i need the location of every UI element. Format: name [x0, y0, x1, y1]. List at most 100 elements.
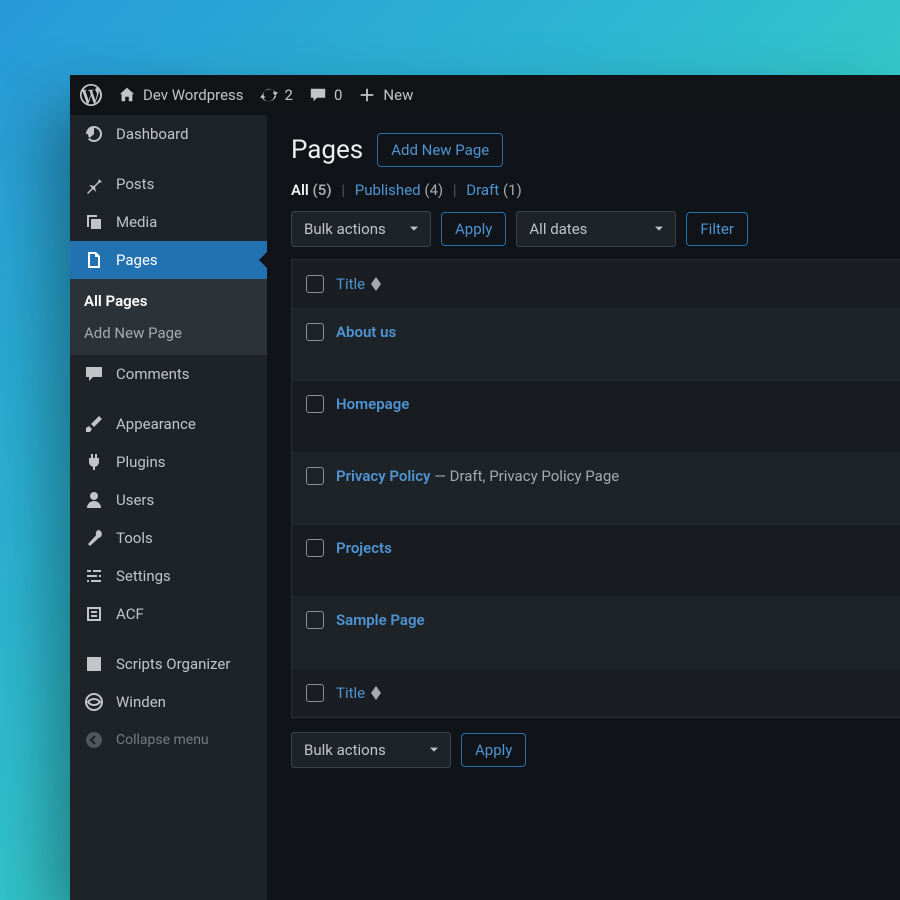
- submenu-add-new-page[interactable]: Add New Page: [70, 317, 267, 349]
- pages-table: Title About us Homepage Privacy Policy — D…: [291, 259, 900, 718]
- sidebar-item-pages[interactable]: Pages: [70, 241, 267, 279]
- dashboard-icon: [84, 124, 104, 144]
- sidebar-item-label: Plugins: [116, 453, 165, 471]
- updates-icon: [260, 86, 278, 104]
- filter-draft[interactable]: Draft (1): [466, 181, 521, 199]
- comment-icon: [309, 86, 327, 104]
- site-name: Dev Wordpress: [143, 86, 244, 104]
- sidebar-item-label: Users: [116, 491, 154, 509]
- chevron-down-icon: [651, 221, 667, 237]
- apply-button-bottom[interactable]: Apply: [461, 733, 526, 767]
- table-row: About us: [292, 309, 900, 381]
- content-area: Pages Add New Page All (5) | Published (…: [267, 115, 900, 900]
- collapse-icon: [84, 730, 104, 750]
- sidebar-item-appearance[interactable]: Appearance: [70, 405, 267, 443]
- sidebar-item-label: Media: [116, 213, 157, 231]
- table-row: Privacy Policy — Draft, Privacy Policy P…: [292, 453, 900, 525]
- tablenav-top: Bulk actions Apply All dates Filter: [291, 211, 900, 247]
- sidebar-item-label: Scripts Organizer: [116, 655, 230, 673]
- sliders-icon: [84, 566, 104, 586]
- sidebar-item-label: Dashboard: [116, 125, 189, 143]
- sidebar-item-scripts-organizer[interactable]: Scripts Organizer: [70, 645, 267, 683]
- home-icon: [118, 86, 136, 104]
- chevron-down-icon: [426, 742, 442, 758]
- sidebar-submenu-pages: All Pages Add New Page: [70, 279, 267, 355]
- table-row: Projects: [292, 525, 900, 597]
- filter-published[interactable]: Published (4): [355, 181, 443, 199]
- chevron-down-icon: [406, 221, 422, 237]
- sidebar-item-users[interactable]: Users: [70, 481, 267, 519]
- bulk-actions-select-bottom[interactable]: Bulk actions: [291, 732, 451, 768]
- winden-icon: [84, 692, 104, 712]
- sidebar-item-label: Tools: [116, 529, 153, 547]
- plus-icon: [358, 86, 376, 104]
- column-footer-title[interactable]: Title: [336, 684, 381, 702]
- apply-button-top[interactable]: Apply: [441, 212, 506, 246]
- sidebar-item-posts[interactable]: Posts: [70, 165, 267, 203]
- sidebar-item-settings[interactable]: Settings: [70, 557, 267, 595]
- page-title-link[interactable]: Homepage: [336, 395, 409, 413]
- add-new-page-button[interactable]: Add New Page: [377, 133, 503, 167]
- date-filter-select[interactable]: All dates: [516, 211, 676, 247]
- user-icon: [84, 490, 104, 510]
- sort-icon: [371, 277, 381, 291]
- adminbar-updates[interactable]: 2: [260, 86, 293, 104]
- row-checkbox[interactable]: [306, 323, 324, 341]
- sidebar-item-tools[interactable]: Tools: [70, 519, 267, 557]
- status-filters: All (5) | Published (4) | Draft (1): [291, 181, 900, 199]
- pages-icon: [84, 250, 104, 270]
- sidebar-item-media[interactable]: Media: [70, 203, 267, 241]
- sidebar-item-comments[interactable]: Comments: [70, 355, 267, 393]
- bulk-actions-select[interactable]: Bulk actions: [291, 211, 431, 247]
- column-header-title[interactable]: Title: [336, 275, 381, 293]
- row-checkbox[interactable]: [306, 539, 324, 557]
- updates-count: 2: [285, 86, 293, 104]
- row-checkbox[interactable]: [306, 611, 324, 629]
- brush-icon: [84, 414, 104, 434]
- sidebar-item-winden[interactable]: Winden: [70, 683, 267, 721]
- filter-button[interactable]: Filter: [686, 212, 748, 246]
- acf-icon: [84, 604, 104, 624]
- sidebar-item-dashboard[interactable]: Dashboard: [70, 115, 267, 153]
- adminbar-comments[interactable]: 0: [309, 86, 342, 104]
- page-title-link[interactable]: About us: [336, 323, 396, 341]
- wordpress-icon: [80, 84, 102, 106]
- select-all-checkbox-bottom[interactable]: [306, 684, 324, 702]
- adminbar-new[interactable]: New: [358, 86, 413, 104]
- submenu-all-pages[interactable]: All Pages: [70, 285, 267, 317]
- sidebar-item-acf[interactable]: ACF: [70, 595, 267, 633]
- table-row: Homepage: [292, 381, 900, 453]
- sidebar-item-label: Comments: [116, 365, 190, 383]
- admin-bar: Dev Wordpress 2 0 New: [70, 75, 900, 115]
- sidebar-item-label: Pages: [116, 251, 158, 269]
- sidebar-item-label: Posts: [116, 175, 154, 193]
- admin-sidebar: Dashboard Posts Media Pages All Pages Ad…: [70, 115, 267, 900]
- tablenav-bottom: Bulk actions Apply: [291, 732, 900, 768]
- plug-icon: [84, 452, 104, 472]
- page-title-link[interactable]: Privacy Policy: [336, 467, 430, 485]
- comments-count: 0: [334, 86, 342, 104]
- wordpress-admin: Dev Wordpress 2 0 New Dashboard Posts: [70, 75, 900, 900]
- collapse-label: Collapse menu: [116, 732, 209, 748]
- sidebar-item-label: Winden: [116, 693, 166, 711]
- sidebar-item-plugins[interactable]: Plugins: [70, 443, 267, 481]
- row-checkbox[interactable]: [306, 467, 324, 485]
- sidebar-item-label: Settings: [116, 567, 171, 585]
- page-title-link[interactable]: Sample Page: [336, 611, 425, 629]
- wp-logo[interactable]: [80, 84, 102, 106]
- sidebar-item-label: ACF: [116, 605, 144, 623]
- sidebar-item-label: Appearance: [116, 415, 196, 433]
- wrench-icon: [84, 528, 104, 548]
- page-title: Pages: [291, 135, 363, 165]
- collapse-menu[interactable]: Collapse menu: [70, 721, 267, 759]
- row-status-suffix: — Draft, Privacy Policy Page: [430, 467, 619, 485]
- row-checkbox[interactable]: [306, 395, 324, 413]
- page-title-link[interactable]: Projects: [336, 539, 392, 557]
- sort-icon: [371, 686, 381, 700]
- pushpin-icon: [84, 174, 104, 194]
- new-label: New: [383, 86, 413, 104]
- select-all-checkbox-top[interactable]: [306, 275, 324, 293]
- adminbar-site-link[interactable]: Dev Wordpress: [118, 86, 244, 104]
- media-icon: [84, 212, 104, 232]
- filter-all[interactable]: All (5): [291, 181, 332, 199]
